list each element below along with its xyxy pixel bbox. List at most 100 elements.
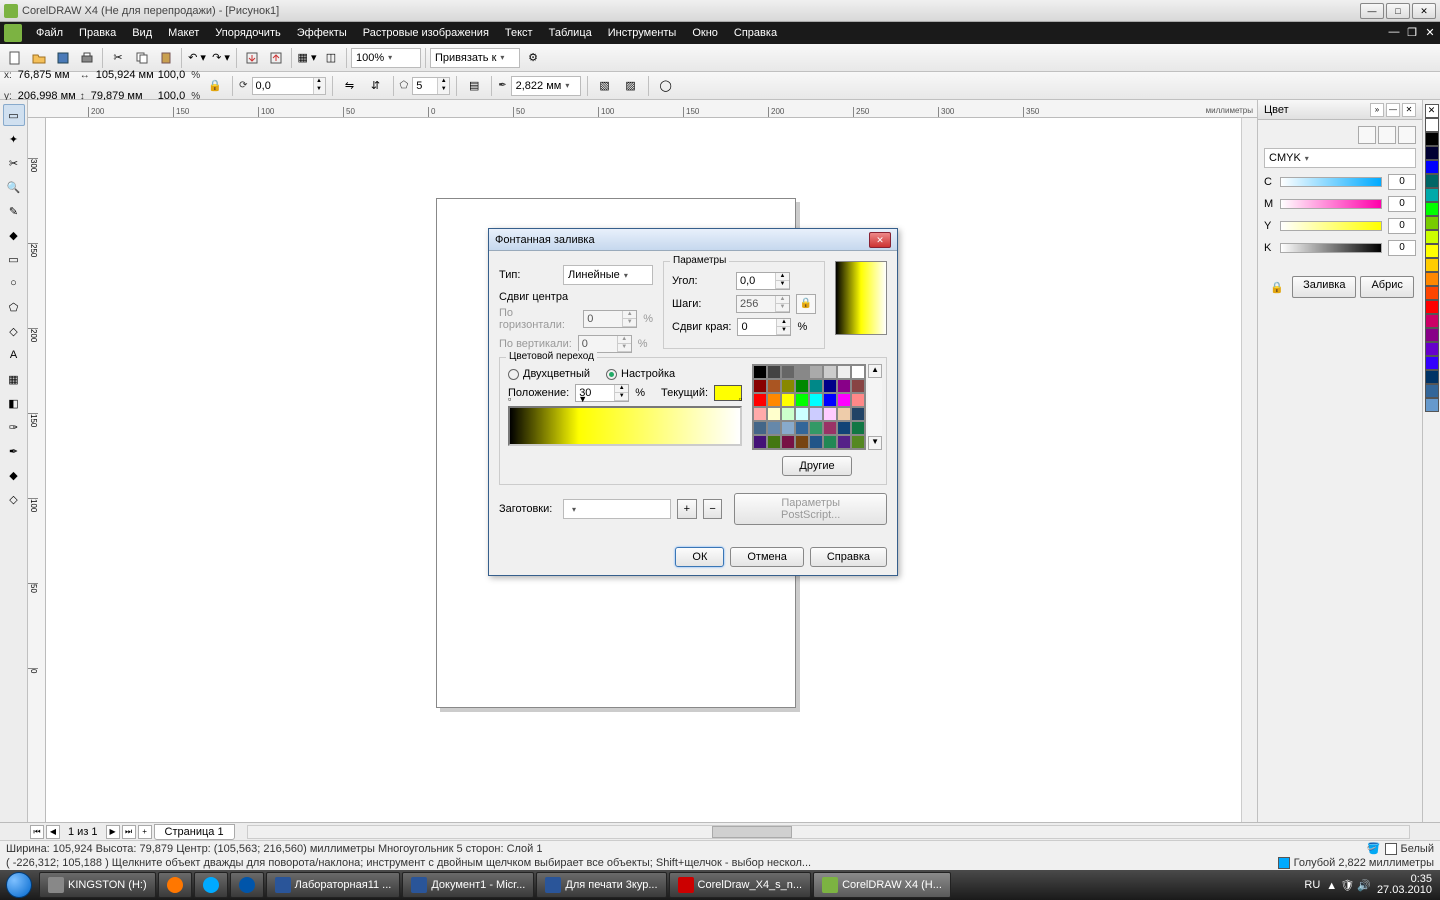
convert-curves-icon[interactable]: ◯ — [655, 75, 677, 97]
palette-cell[interactable] — [851, 379, 865, 393]
outline-button[interactable]: Абрис — [1360, 276, 1413, 298]
palette-cell[interactable] — [781, 421, 795, 435]
menu-text[interactable]: Текст — [497, 24, 541, 42]
remove-preset-icon[interactable]: − — [703, 499, 723, 519]
outline-width[interactable]: 2,822 мм — [511, 76, 581, 96]
palette-cell[interactable] — [809, 379, 823, 393]
palette-swatch[interactable] — [1425, 230, 1439, 244]
mirror-h-icon[interactable]: ⇋ — [339, 75, 361, 97]
snap-combo[interactable]: Привязать к — [430, 48, 520, 68]
steps-lock-icon[interactable]: 🔒 — [796, 294, 816, 314]
import-icon[interactable] — [241, 47, 263, 69]
palette-swatch[interactable] — [1425, 174, 1439, 188]
palette-cell[interactable] — [809, 435, 823, 449]
freehand-tool[interactable]: ✎ — [3, 200, 25, 222]
palette-cell[interactable] — [781, 379, 795, 393]
palette-swatch[interactable] — [1425, 258, 1439, 272]
interactive-tool[interactable]: ◧ — [3, 392, 25, 414]
prev-page[interactable]: ◀ — [46, 825, 60, 839]
smart-fill-tool[interactable]: ◆ — [3, 224, 25, 246]
maximize-button[interactable]: □ — [1386, 3, 1410, 19]
help-button[interactable]: Справка — [810, 547, 887, 567]
table-tool[interactable]: ▦ — [3, 368, 25, 390]
palette-swatch[interactable] — [1425, 370, 1439, 384]
palette-cell[interactable] — [809, 421, 823, 435]
menu-tools[interactable]: Инструменты — [600, 24, 685, 42]
horizontal-scrollbar[interactable] — [247, 825, 1410, 839]
palette-cell[interactable] — [823, 379, 837, 393]
add-page[interactable]: + — [138, 825, 152, 839]
menu-layout[interactable]: Макет — [160, 24, 207, 42]
taskbar-ie[interactable] — [230, 872, 264, 898]
palette-swatch[interactable] — [1425, 342, 1439, 356]
palette-swatch[interactable] — [1425, 356, 1439, 370]
yellow-slider[interactable] — [1280, 221, 1382, 231]
palette-cell[interactable] — [851, 435, 865, 449]
palette-cell[interactable] — [837, 435, 851, 449]
palette-swatch[interactable] — [1425, 132, 1439, 146]
no-color-swatch[interactable]: ✕ — [1425, 104, 1439, 118]
angle-input[interactable]: ▲▼ — [736, 272, 790, 290]
slider-mode[interactable] — [1358, 126, 1376, 144]
welcome-icon[interactable]: ◫ — [320, 47, 342, 69]
menu-effects[interactable]: Эффекты — [289, 24, 355, 42]
current-color-swatch[interactable] — [714, 385, 742, 401]
other-colors-button[interactable]: Другие — [782, 456, 851, 476]
palette-swatch[interactable] — [1425, 202, 1439, 216]
taskbar-word3[interactable]: Для печати 3кур... — [536, 872, 666, 898]
docker-min[interactable]: — — [1386, 103, 1400, 117]
palette-cell[interactable] — [823, 435, 837, 449]
custom-radio[interactable]: Настройка — [606, 368, 675, 380]
palette-cell[interactable] — [809, 407, 823, 421]
add-preset-icon[interactable]: + — [677, 499, 697, 519]
palette-swatch[interactable] — [1425, 300, 1439, 314]
palette-swatch[interactable] — [1425, 314, 1439, 328]
palette-cell[interactable] — [837, 407, 851, 421]
menu-edit[interactable]: Правка — [71, 24, 124, 42]
eyedropper-tool[interactable]: ✑ — [3, 416, 25, 438]
taskbar-corel[interactable]: CorelDRAW X4 (Н... — [813, 872, 951, 898]
fill-swatch[interactable] — [1385, 843, 1397, 855]
cyan-slider[interactable] — [1280, 177, 1382, 187]
taskbar-word1[interactable]: Лабораторная11 ... — [266, 872, 401, 898]
palette-cell[interactable] — [823, 365, 837, 379]
cancel-button[interactable]: Отмена — [730, 547, 803, 567]
menu-file[interactable]: Файл — [28, 24, 71, 42]
menu-window[interactable]: Окно — [684, 24, 726, 42]
palette-swatch[interactable] — [1425, 398, 1439, 412]
taskbar-word2[interactable]: Документ1 - Micr... — [402, 872, 534, 898]
palette-cell[interactable] — [795, 407, 809, 421]
palette-cell[interactable] — [851, 421, 865, 435]
type-combo[interactable]: Линейные — [563, 265, 653, 285]
mdi-minimize[interactable]: — — [1386, 26, 1402, 40]
palette-cell[interactable] — [795, 365, 809, 379]
palette-swatch[interactable] — [1425, 146, 1439, 160]
page-tab-1[interactable]: Страница 1 — [154, 824, 235, 840]
app-launcher-icon[interactable]: ▦ ▾ — [296, 47, 318, 69]
palette-cell[interactable] — [851, 407, 865, 421]
vertical-scrollbar[interactable] — [1241, 118, 1257, 822]
text-tool[interactable]: A — [3, 344, 25, 366]
palette-cell[interactable] — [753, 393, 767, 407]
palette-cell[interactable] — [851, 365, 865, 379]
export-icon[interactable] — [265, 47, 287, 69]
palette-swatch[interactable] — [1425, 286, 1439, 300]
pal-up[interactable]: ▲ — [868, 364, 882, 378]
palette-cell[interactable] — [823, 421, 837, 435]
lang-indicator[interactable]: RU — [1304, 879, 1320, 891]
mdi-restore[interactable]: ❐ — [1404, 26, 1420, 40]
to-back-icon[interactable]: ▨ — [620, 75, 642, 97]
pick-tool[interactable]: ▭ — [3, 104, 25, 126]
palette-swatch[interactable] — [1425, 216, 1439, 230]
menu-arrange[interactable]: Упорядочить — [207, 24, 288, 42]
palette-swatch[interactable] — [1425, 244, 1439, 258]
palette-swatch[interactable] — [1425, 384, 1439, 398]
color-model-combo[interactable]: CMYK — [1264, 148, 1416, 168]
fill-tool[interactable]: ◆ — [3, 464, 25, 486]
palette-cell[interactable] — [823, 393, 837, 407]
palette-cell[interactable] — [767, 393, 781, 407]
magenta-slider[interactable] — [1280, 199, 1382, 209]
palette-cell[interactable] — [753, 379, 767, 393]
rectangle-tool[interactable]: ▭ — [3, 248, 25, 270]
mirror-v-icon[interactable]: ⇵ — [365, 75, 387, 97]
